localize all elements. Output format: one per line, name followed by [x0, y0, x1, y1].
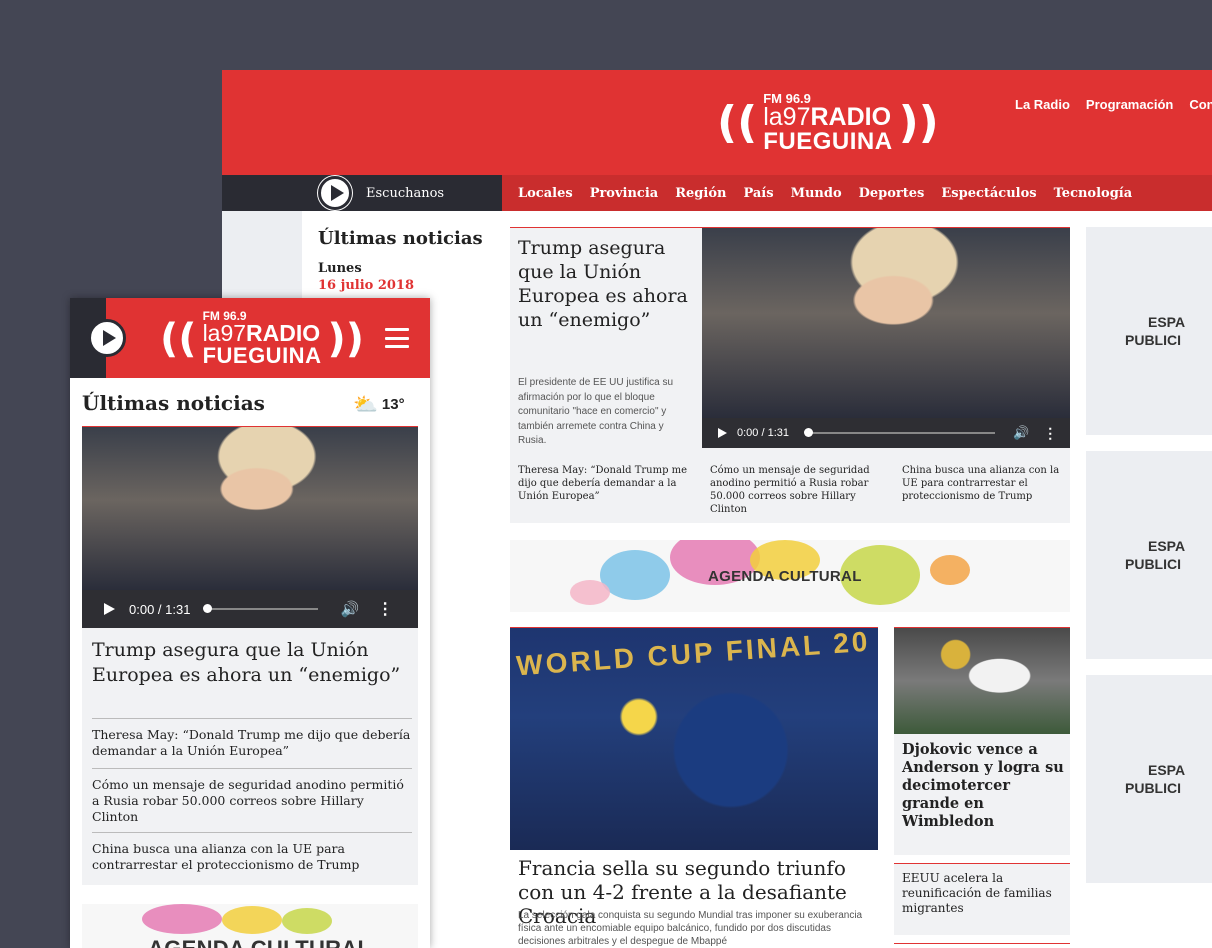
audio-player: 0:00 / 1:31 🔊 ⋮ — [82, 590, 418, 628]
nav-left-spacer — [222, 175, 302, 211]
hamburger-menu-icon[interactable] — [385, 328, 409, 348]
site-logo[interactable]: (( FM 96.9 la97 RADIO FUEGUINA )) — [717, 92, 939, 154]
top-nav: La Radio Programación Contac — [1015, 97, 1212, 112]
related-link[interactable]: Cómo un mensaje de seguridad anodino per… — [92, 768, 412, 825]
section-links: Locales Provincia Región País Mundo Depo… — [518, 175, 1132, 211]
related-link[interactable]: China busca una alianza con la UE para c… — [92, 832, 412, 873]
ad-line: PUBLICI — [1125, 332, 1181, 348]
topnav-programacion[interactable]: Programación — [1086, 97, 1173, 112]
main-story-title[interactable]: Trump asegura que la Unión Europea es ah… — [92, 638, 412, 688]
djokovic-story-card: Djokovic vence a Anderson y logra su dec… — [894, 627, 1070, 855]
ad-line: ESPA — [1148, 762, 1186, 778]
eeuu-story-card: EEUU acelera la reunificación de familia… — [894, 863, 1070, 935]
listen-button[interactable]: Escuchanos — [302, 175, 502, 211]
paint-splash — [930, 555, 970, 585]
logo-fueguina: FUEGUINA — [763, 128, 893, 155]
volume-icon[interactable]: 🔊 — [340, 600, 359, 618]
player-progress-track[interactable] — [804, 428, 995, 437]
radio-wave-left-icon: (( — [160, 315, 197, 362]
temperature: 13° — [381, 395, 405, 413]
play-icon[interactable] — [88, 319, 126, 357]
worldcup-photo: WORLD CUP FINAL 20 — [510, 628, 878, 850]
main-story-photo — [702, 228, 1070, 418]
radio-wave-right-icon: )) — [327, 315, 365, 362]
nav-region[interactable]: Región — [675, 186, 726, 201]
weather-widget: ⛅ 13° — [353, 392, 405, 416]
more-options-icon[interactable]: ⋮ — [1043, 425, 1057, 442]
agenda-cultural-banner[interactable]: AGENDA CULTURAL — [82, 904, 418, 948]
nav-mundo[interactable]: Mundo — [791, 186, 842, 201]
ad-line: ESPA — [1148, 538, 1186, 554]
paint-splash — [600, 550, 670, 600]
player-progress-knob[interactable] — [203, 604, 213, 613]
play-icon[interactable] — [318, 176, 352, 210]
ad-line: PUBLICI — [1125, 780, 1181, 796]
nav-deportes[interactable]: Deportes — [859, 186, 925, 201]
section-nav: Escuchanos Locales Provincia Región País… — [222, 175, 1212, 211]
logo-la97: la97 — [763, 103, 811, 131]
worldcup-description: La selección gala conquista su segundo M… — [518, 910, 863, 947]
paint-splash — [222, 906, 282, 934]
partly-cloudy-icon: ⛅ — [353, 392, 378, 416]
agenda-cultural-banner[interactable]: AGENDA CULTURAL — [510, 540, 1070, 612]
related-link[interactable]: Theresa May: “Donald Trump me dijo que d… — [518, 464, 694, 503]
mobile-header: (( FM 96.9 la97 RADIO FUEGUINA )) — [70, 298, 430, 378]
related-link[interactable]: Theresa May: “Donald Trump me dijo que d… — [92, 718, 412, 759]
weekday: Lunes — [318, 261, 362, 276]
paint-splash — [282, 908, 332, 934]
nav-locales[interactable]: Locales — [518, 186, 573, 201]
related-link[interactable]: Cómo un mensaje de seguridad anodino per… — [710, 464, 886, 516]
latest-news-sidebar: Últimas noticias Lunes 16 julio 2018 — [318, 228, 498, 293]
agenda-label: AGENDA CULTURAL — [148, 936, 371, 948]
related-link[interactable]: China busca una alianza con la UE para c… — [902, 464, 1067, 503]
site-header: (( FM 96.9 la97 RADIO FUEGUINA )) La Radi… — [222, 70, 1212, 175]
nav-pais[interactable]: País — [743, 186, 773, 201]
listen-label: Escuchanos — [366, 185, 445, 201]
main-story-card: Trump asegura que la Unión Europea es ah… — [510, 227, 1070, 523]
volume-icon[interactable]: 🔊 — [1013, 425, 1029, 441]
audio-player: 0:00 / 1:31 🔊 ⋮ — [702, 418, 1070, 448]
paint-splash — [142, 904, 222, 934]
djokovic-photo — [894, 628, 1070, 734]
ad-line: ESPA — [1148, 314, 1186, 330]
worldcup-banner-text: WORLD CUP FINAL 20 — [515, 628, 872, 682]
player-progress-knob[interactable] — [804, 428, 813, 437]
player-play-icon[interactable] — [104, 603, 115, 615]
player-time: 0:00 / 1:31 — [737, 427, 789, 439]
main-story-title[interactable]: Trump asegura que la Unión Europea es ah… — [518, 236, 698, 332]
radio-wave-left-icon: (( — [717, 97, 758, 148]
ad-line: PUBLICI — [1125, 556, 1181, 572]
latest-news-title: Últimas noticias — [318, 228, 483, 249]
ad-space: ESPA PUBLICI — [1086, 227, 1212, 435]
player-time: 0:00 / 1:31 — [129, 601, 191, 617]
logo-la97: la97 — [202, 320, 247, 346]
nav-espectaculos[interactable]: Espectáculos — [941, 186, 1036, 201]
djokovic-title[interactable]: Djokovic vence a Anderson y logra su dec… — [902, 741, 1067, 831]
ad-space: ESPA PUBLICI — [1086, 675, 1212, 883]
paint-splash — [570, 580, 610, 605]
nav-tecnologia[interactable]: Tecnología — [1054, 186, 1133, 201]
main-story-photo — [82, 427, 418, 590]
logo-radio: RADIO — [810, 103, 892, 131]
radio-wave-right-icon: )) — [898, 97, 939, 148]
mobile-screenshot: (( FM 96.9 la97 RADIO FUEGUINA )) Últimas… — [70, 298, 430, 948]
logo-fueguina: FUEGUINA — [202, 343, 322, 368]
player-play-icon[interactable] — [718, 428, 727, 438]
main-story-card: 0:00 / 1:31 🔊 ⋮ Trump asegura que la Uni… — [82, 426, 418, 885]
site-logo[interactable]: (( FM 96.9 la97 RADIO FUEGUINA )) — [160, 310, 364, 367]
eeuu-title[interactable]: EEUU acelera la reunificación de familia… — [902, 871, 1062, 916]
topnav-la-radio[interactable]: La Radio — [1015, 97, 1070, 112]
agenda-label: AGENDA CULTURAL — [708, 568, 862, 585]
logo-radio: RADIO — [246, 320, 321, 346]
date: 16 julio 2018 — [318, 278, 415, 293]
nav-provincia[interactable]: Provincia — [590, 186, 659, 201]
more-options-icon[interactable]: ⋮ — [377, 599, 393, 619]
ad-space: ESPA PUBLICI — [1086, 451, 1212, 659]
next-card-border — [894, 943, 1070, 944]
latest-news-title: Últimas noticias — [82, 391, 265, 415]
worldcup-story-card: WORLD CUP FINAL 20 Francia sella su segu… — [510, 627, 878, 948]
player-progress-track[interactable] — [203, 604, 319, 613]
main-story-description: El presidente de EE UU justifica su afir… — [518, 377, 674, 446]
topnav-contacto[interactable]: Contac — [1189, 97, 1212, 112]
